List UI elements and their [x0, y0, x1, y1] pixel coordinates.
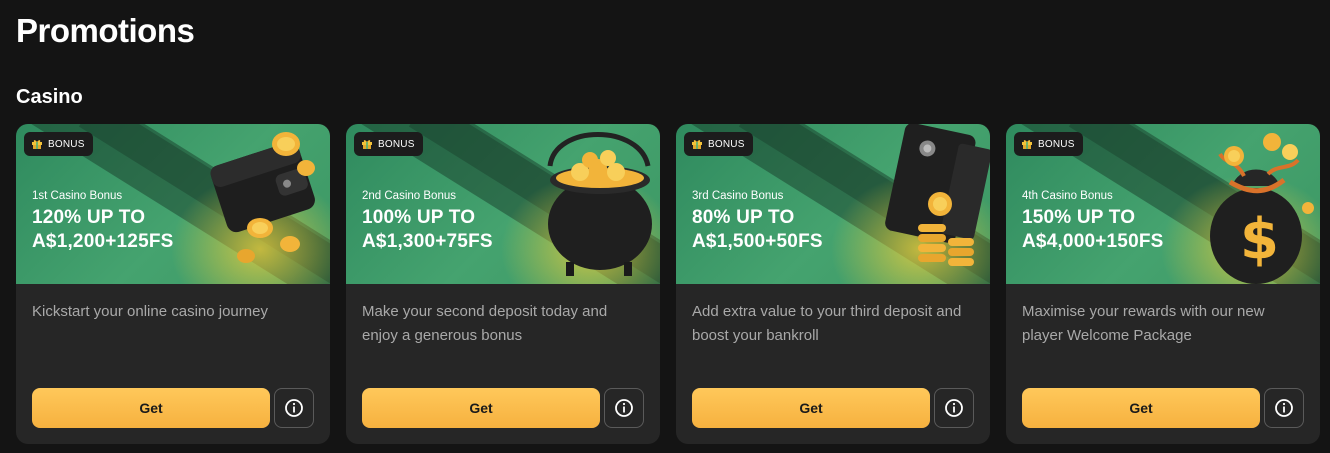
promo-title: 150% UP TO A$4,000+150FS: [1022, 206, 1192, 254]
promo-banner: BONUS 4th Casino Bonus 150% UP TO A$4,00…: [1006, 124, 1320, 284]
gift-icon: [362, 140, 372, 149]
info-button[interactable]: [604, 388, 644, 428]
promo-title: 100% UP TO A$1,300+75FS: [362, 206, 532, 254]
bonus-badge: BONUS: [1014, 132, 1083, 156]
info-button[interactable]: [1264, 388, 1304, 428]
gift-icon: [32, 140, 42, 149]
promo-title-line1: 150% UP TO: [1022, 207, 1136, 228]
promo-card: BONUS 3rd Casino Bonus 80% UP TO A$1,500…: [676, 124, 990, 444]
info-icon: [615, 399, 633, 417]
promo-subtitle: 2nd Casino Bonus: [362, 190, 456, 202]
gift-icon: [1022, 140, 1032, 149]
promo-title-line1: 120% UP TO: [32, 207, 146, 228]
get-button[interactable]: Get: [692, 388, 930, 428]
promo-card: BONUS 1st Casino Bonus 120% UP TO A$1,20…: [16, 124, 330, 444]
promo-title-line2: A$4,000+150FS: [1022, 231, 1164, 252]
info-icon: [285, 399, 303, 417]
svg-text:$: $: [1240, 207, 1279, 272]
promo-title-line2: A$1,300+75FS: [362, 231, 493, 252]
info-icon: [1275, 399, 1293, 417]
promo-card-list: BONUS 1st Casino Bonus 120% UP TO A$1,20…: [16, 124, 1320, 444]
promo-title-line1: 80% UP TO: [692, 207, 795, 228]
promo-subtitle: 4th Casino Bonus: [1022, 190, 1113, 202]
get-button[interactable]: Get: [32, 388, 270, 428]
promo-description: Make your second deposit today and enjoy…: [362, 303, 608, 344]
wallet-with-coins-icon: [210, 132, 315, 263]
promo-subtitle: 1st Casino Bonus: [32, 190, 123, 202]
pot-of-gold-icon: [547, 132, 652, 276]
get-button[interactable]: Get: [362, 388, 600, 428]
promo-description: Add extra value to your third deposit an…: [692, 303, 962, 344]
safe-with-coins-icon: [885, 124, 990, 266]
info-button[interactable]: [934, 388, 974, 428]
get-button[interactable]: Get: [1022, 388, 1260, 428]
section-title-casino: Casino: [16, 86, 83, 108]
promo-title-line1: 100% UP TO: [362, 207, 476, 228]
page-title: Promotions: [16, 12, 195, 49]
bonus-badge: BONUS: [354, 132, 423, 156]
promo-description: Kickstart your online casino journey: [32, 303, 268, 320]
promo-card: BONUS 4th Casino Bonus 150% UP TO A$4,00…: [1006, 124, 1320, 444]
bonus-badge-label: BONUS: [1038, 138, 1075, 150]
promo-subtitle: 3rd Casino Bonus: [692, 190, 784, 202]
promo-title: 80% UP TO A$1,500+50FS: [692, 206, 862, 254]
bonus-badge: BONUS: [684, 132, 753, 156]
money-bag-icon: $: [1210, 133, 1314, 284]
bonus-badge-label: BONUS: [708, 138, 745, 150]
promo-description: Maximise your rewards with our new playe…: [1022, 303, 1265, 344]
info-icon: [945, 399, 963, 417]
promo-title: 120% UP TO A$1,200+125FS: [32, 206, 202, 254]
promo-title-line2: A$1,200+125FS: [32, 231, 174, 252]
promo-banner: BONUS 2nd Casino Bonus 100% UP TO A$1,30…: [346, 124, 660, 284]
promotions-page: Promotions Casino BONUS 1st Casino Bonus…: [0, 0, 1330, 453]
gift-icon: [692, 140, 702, 149]
bonus-badge-label: BONUS: [378, 138, 415, 150]
info-button[interactable]: [274, 388, 314, 428]
promo-card: BONUS 2nd Casino Bonus 100% UP TO A$1,30…: [346, 124, 660, 444]
bonus-badge-label: BONUS: [48, 138, 85, 150]
promo-banner: BONUS 1st Casino Bonus 120% UP TO A$1,20…: [16, 124, 330, 284]
bonus-badge: BONUS: [24, 132, 93, 156]
promo-banner: BONUS 3rd Casino Bonus 80% UP TO A$1,500…: [676, 124, 990, 284]
promo-title-line2: A$1,500+50FS: [692, 231, 823, 252]
